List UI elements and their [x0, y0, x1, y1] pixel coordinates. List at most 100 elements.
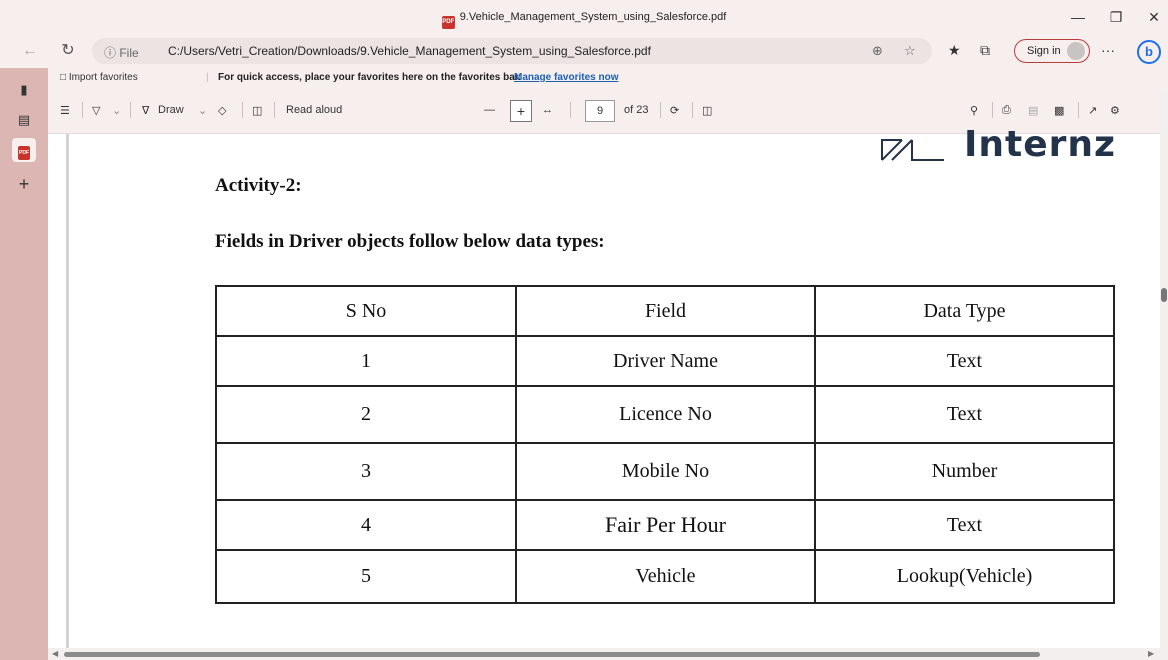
settings-gear-icon[interactable]: ⚙: [1110, 104, 1120, 117]
table-cell: Text: [814, 385, 1115, 444]
save-icon[interactable]: ▤: [1028, 104, 1038, 117]
vertical-scroll-thumb[interactable]: [1161, 288, 1167, 302]
fields-heading: Fields in Driver objects follow below da…: [215, 231, 605, 252]
text-box-icon[interactable]: ◫: [252, 104, 262, 117]
eraser-icon[interactable]: ◇: [218, 104, 226, 117]
activity-heading: Activity-2:: [215, 175, 302, 196]
print-icon[interactable]: ⎙: [1002, 104, 1011, 117]
favorites-hint: For quick access, place your favorites h…: [218, 72, 521, 83]
pdf-tab-icon: PDF: [18, 146, 30, 160]
minimize-icon[interactable]: —: [1066, 7, 1090, 27]
toolbar-divider: [570, 102, 571, 118]
page-number-input[interactable]: 9: [585, 100, 615, 122]
contents-icon[interactable]: ☰: [60, 104, 70, 117]
page-total: of 23: [624, 104, 649, 116]
table-cell: Driver Name: [515, 335, 816, 387]
zoom-icon[interactable]: ⊕: [872, 43, 883, 59]
table-cell: Text: [814, 335, 1115, 387]
rotate-icon[interactable]: ⟳: [670, 104, 679, 117]
sign-in-button[interactable]: Sign in: [1014, 39, 1090, 63]
table-cell: Lookup(Vehicle): [814, 549, 1115, 604]
title-bar: PDF 9.Vehicle_Management_System_using_Sal…: [0, 0, 1168, 34]
table-cell: Licence No: [515, 385, 816, 444]
collections-icon[interactable]: ⧉: [980, 42, 990, 59]
search-icon[interactable]: ⚲: [970, 104, 978, 117]
table-cell: Text: [814, 499, 1115, 551]
read-aloud-button[interactable]: Read aloud: [286, 104, 342, 116]
window-title-area: PDF 9.Vehicle_Management_System_using_Sal…: [0, 11, 1168, 29]
toolbar-divider: [82, 102, 83, 118]
avatar: [1067, 42, 1085, 60]
fullscreen-icon[interactable]: ↗: [1088, 104, 1097, 117]
vertical-scrollbar[interactable]: [1160, 90, 1168, 660]
toolbar-divider: [660, 102, 661, 118]
page-edge: [66, 134, 69, 648]
table-cell: Vehicle: [515, 549, 816, 604]
toolbar-divider: [692, 102, 693, 118]
page-view-icon[interactable]: ◫: [702, 104, 712, 117]
table-row: 1 Driver Name Text: [215, 335, 1115, 387]
zoom-in-icon[interactable]: +: [510, 100, 532, 122]
toolbar-divider: [274, 102, 275, 118]
table-header-cell: Data Type: [814, 285, 1115, 337]
table-row: 2 Licence No Text: [215, 385, 1115, 444]
fields-table: S No Field Data Type 1 Driver Name Text …: [215, 285, 1115, 604]
table-cell: Fair Per Hour: [515, 499, 816, 551]
table-row: 5 Vehicle Lookup(Vehicle): [215, 549, 1115, 604]
window-title: 9.Vehicle_Management_System_using_Salesf…: [459, 11, 727, 23]
scroll-left-icon[interactable]: ◀: [52, 649, 58, 658]
table-cell: 3: [215, 442, 517, 501]
table-cell: Number: [814, 442, 1115, 501]
table-header-row: S No Field Data Type: [215, 285, 1115, 337]
logo-text: Internz: [964, 124, 1116, 165]
table-header-cell: S No: [215, 285, 517, 337]
toolbar-divider: [242, 102, 243, 118]
vertical-tabs-sidebar: ▮ ▤ PDF +: [0, 68, 48, 660]
import-favorites-button[interactable]: □ Import favorites: [60, 72, 138, 83]
close-icon[interactable]: ✕: [1142, 7, 1166, 27]
table-cell: 1: [215, 335, 517, 387]
horizontal-scrollbar[interactable]: ◀ ▶: [48, 648, 1160, 660]
tab-actions-icon[interactable]: ▮: [12, 78, 36, 102]
restore-icon[interactable]: ❐: [1104, 7, 1128, 27]
highlight-icon[interactable]: ▽: [92, 104, 100, 117]
draw-dropdown-icon[interactable]: ⌄: [198, 104, 207, 117]
tab-generic-icon[interactable]: ▤: [12, 108, 36, 132]
logo-mark-icon: [881, 139, 944, 161]
table-cell: 4: [215, 499, 517, 551]
draw-button[interactable]: Draw: [158, 104, 184, 116]
save-as-icon[interactable]: ▩: [1054, 104, 1064, 117]
site-info-icon[interactable]: ⓘ File: [104, 44, 139, 61]
table-cell: Mobile No: [515, 442, 816, 501]
favorites-divider: |: [206, 72, 209, 83]
manage-favorites-link[interactable]: Manage favorites now: [514, 72, 618, 83]
add-favorite-icon[interactable]: ☆: [904, 43, 916, 59]
refresh-icon[interactable]: ↻: [56, 40, 80, 62]
table-cell: 2: [215, 385, 517, 444]
table-row: 3 Mobile No Number: [215, 442, 1115, 501]
sign-in-label: Sign in: [1027, 45, 1061, 57]
table-row: 4 Fair Per Hour Text: [215, 499, 1115, 551]
toolbar-divider: [992, 102, 993, 118]
back-arrow-icon[interactable]: ←: [18, 40, 42, 62]
horizontal-scroll-thumb[interactable]: [64, 652, 1040, 657]
address-bar[interactable]: ⓘ File C:/Users/Vetri_Creation/Downloads…: [92, 38, 932, 64]
zoom-out-icon[interactable]: —: [484, 104, 495, 116]
table-cell: 5: [215, 549, 517, 604]
import-favorites-label: Import favorites: [68, 72, 138, 83]
copilot-icon[interactable]: b: [1137, 40, 1161, 64]
url-text[interactable]: C:/Users/Vetri_Creation/Downloads/9.Vehi…: [168, 44, 651, 58]
highlight-dropdown-icon[interactable]: ⌄: [112, 104, 121, 117]
address-row: ← ↻ ⓘ File C:/Users/Vetri_Creation/Downl…: [0, 34, 1168, 68]
favorites-icon[interactable]: ★: [948, 42, 961, 59]
table-header-cell: Field: [515, 285, 816, 337]
more-options-icon[interactable]: ···: [1101, 42, 1115, 58]
scroll-right-icon[interactable]: ▶: [1148, 649, 1154, 658]
new-tab-icon[interactable]: +: [12, 172, 36, 196]
pdf-file-icon: PDF: [441, 16, 455, 29]
fit-width-icon[interactable]: ↔: [542, 104, 553, 116]
toolbar-divider: [1078, 102, 1079, 118]
favorites-bar: □ Import favorites | For quick access, p…: [48, 68, 1168, 90]
draw-icon[interactable]: ∇: [142, 104, 149, 117]
tab-pdf-active[interactable]: PDF: [12, 138, 36, 162]
